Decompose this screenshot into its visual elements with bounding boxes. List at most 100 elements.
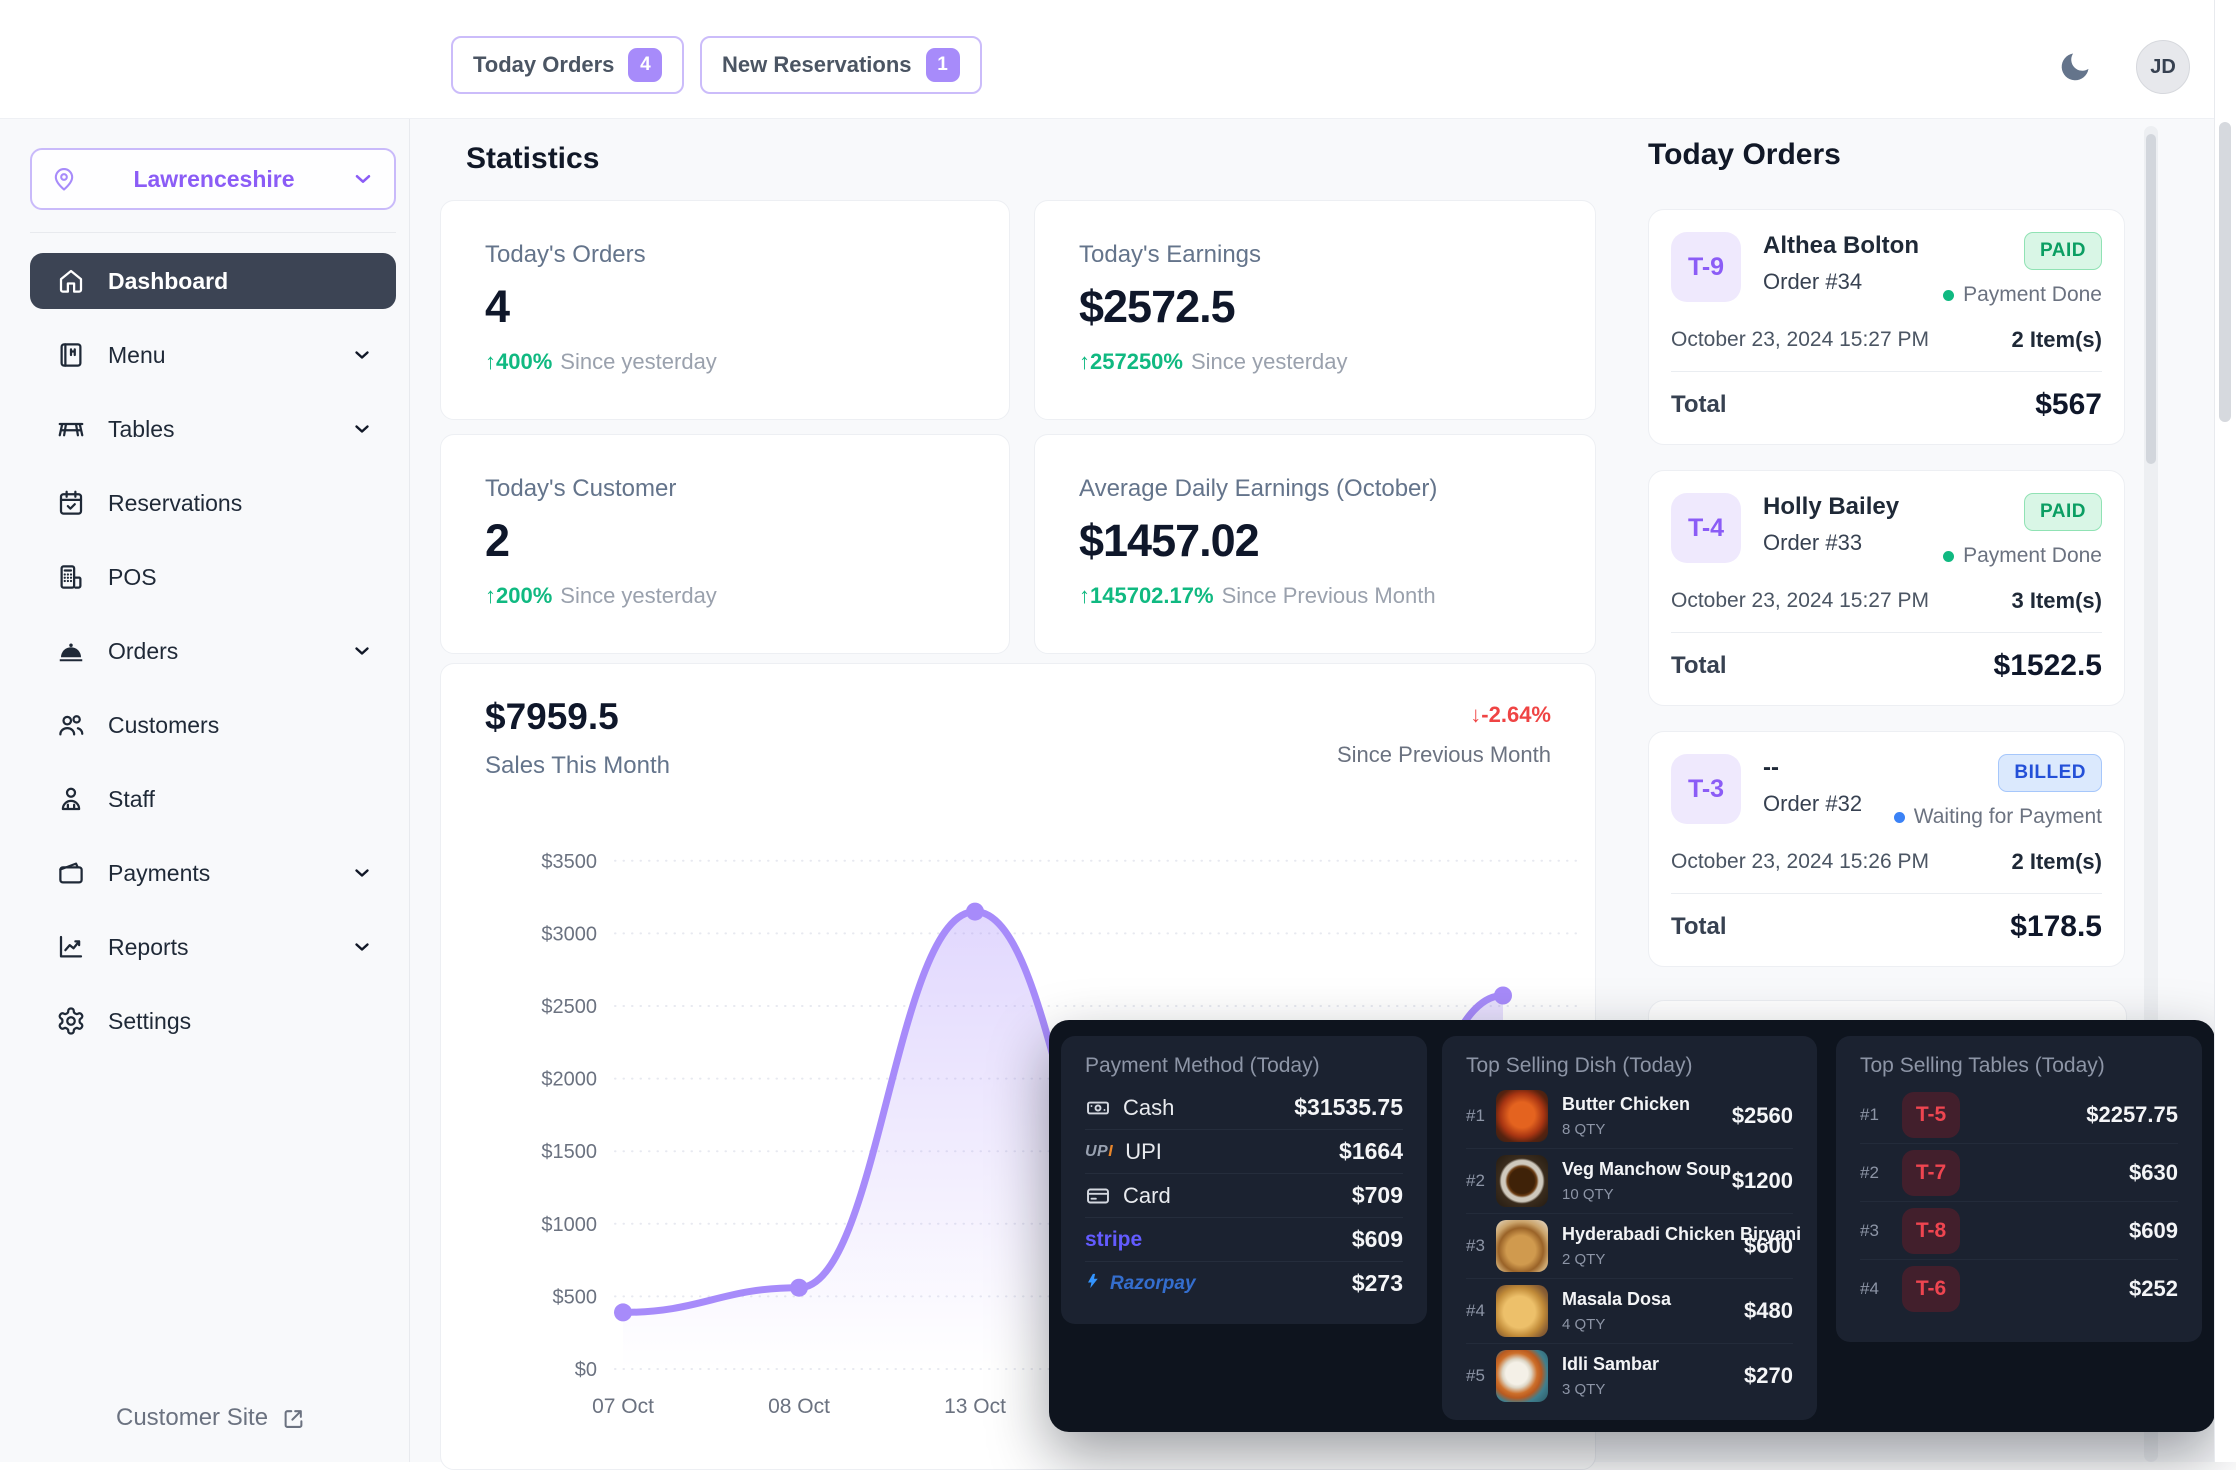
order-meta: October 23, 2024 15:27 PM2 Item(s) — [1671, 327, 2102, 353]
dish-amount: $270 — [1744, 1363, 1793, 1389]
table-badge: T-7 — [1902, 1150, 1960, 1196]
order-date: October 23, 2024 15:27 PM — [1671, 589, 1929, 613]
order-card[interactable]: T-4Holly BaileyOrder #33PAIDPayment Done… — [1648, 470, 2125, 706]
top-tables-title: Top Selling Tables (Today) — [1860, 1054, 2178, 1078]
orders-scrollbar-thumb[interactable] — [2146, 134, 2156, 464]
order-total-value: $1522.5 — [1994, 649, 2102, 683]
order-total-row: Total$178.5 — [1671, 910, 2102, 944]
table-row: #3T-8$609 — [1860, 1202, 2178, 1260]
new-reservations-button[interactable]: New Reservations 1 — [700, 36, 982, 94]
stat-delta-value: ↑400% — [485, 349, 552, 374]
today-orders-heading: Today Orders — [1648, 138, 1841, 172]
top-dishes-panel: Top Selling Dish (Today) #1Butter Chicke… — [1442, 1036, 1817, 1420]
stat-delta-suffix: Since Previous Month — [1222, 583, 1436, 608]
razorpay-bolt-icon — [1085, 1271, 1103, 1297]
order-card[interactable]: T-9Althea BoltonOrder #34PAIDPayment Don… — [1648, 209, 2125, 445]
users-icon — [56, 710, 86, 740]
sidebar-item-staff[interactable]: Staff — [30, 771, 396, 827]
dish-info: Veg Manchow Soup10 QTY — [1562, 1159, 1724, 1203]
home-icon — [56, 266, 86, 296]
status-badge: PAID — [2024, 493, 2102, 531]
sidebar-item-payments[interactable]: Payments — [30, 845, 396, 901]
sidebar-item-label: Customers — [108, 712, 219, 739]
stat-card: Today's Earnings$2572.5↑257250%Since yes… — [1034, 200, 1596, 420]
sidebar-item-label: Reservations — [108, 490, 242, 517]
sidebar-item-pos[interactable]: POS — [30, 549, 396, 605]
customer-site-link[interactable]: Customer Site — [116, 1404, 307, 1432]
location-pin-icon — [50, 165, 78, 193]
today-orders-button[interactable]: Today Orders 4 — [451, 36, 684, 94]
sidebar-item-reports[interactable]: Reports — [30, 919, 396, 975]
razorpay-logo: Razorpay — [1085, 1271, 1196, 1297]
order-card[interactable]: T-3--Order #32BILLEDWaiting for Payment O… — [1648, 731, 2125, 967]
customer-site-label: Customer Site — [116, 1404, 268, 1432]
payment-method-label: Card — [1123, 1183, 1171, 1209]
payment-method-title: Payment Method (Today) — [1085, 1054, 1403, 1078]
payment-method-name: Razorpay — [1085, 1271, 1196, 1297]
dish-name: Veg Manchow Soup — [1562, 1159, 1724, 1180]
user-icon — [56, 784, 86, 814]
dish-name: Hyderabadi Chicken Biryani — [1562, 1224, 1736, 1245]
page-scrollbar-thumb[interactable] — [2219, 122, 2231, 422]
sidebar-item-label: Orders — [108, 638, 178, 665]
table-row: #1T-5$2257.75 — [1860, 1086, 2178, 1144]
chevron-down-icon — [350, 166, 376, 192]
dish-info: Hyderabadi Chicken Biryani 2 QTY — [1562, 1224, 1736, 1268]
order-date: October 23, 2024 15:26 PM — [1671, 850, 1929, 874]
status-note-text: Waiting for Payment — [1914, 805, 2102, 829]
location-selector[interactable]: Lawrenceshire — [30, 148, 396, 210]
stats-grid: Today's Orders4↑400%Since yesterdayToday… — [440, 200, 1596, 654]
sidebar-item-dashboard[interactable]: Dashboard — [30, 253, 396, 309]
order-card-top: T-3--Order #32BILLEDWaiting for Payment — [1671, 754, 2102, 829]
chart-point[interactable] — [966, 903, 984, 921]
stat-card-delta: ↑145702.17%Since Previous Month — [1079, 583, 1551, 609]
sidebar-item-orders[interactable]: Orders — [30, 623, 396, 679]
status-note-text: Payment Done — [1963, 283, 2102, 307]
gear-icon — [56, 1006, 86, 1036]
dish-info: Butter Chicken8 QTY — [1562, 1094, 1724, 1138]
order-meta: October 23, 2024 15:26 PM2 Item(s) — [1671, 849, 2102, 875]
sidebar-item-menu[interactable]: Menu — [30, 327, 396, 383]
customer-name: -- — [1763, 754, 1862, 782]
chevron-down-icon — [350, 417, 374, 441]
stat-card-value: $2572.5 — [1079, 281, 1551, 333]
sidebar-item-label: Settings — [108, 1008, 191, 1035]
status-note-text: Payment Done — [1963, 544, 2102, 568]
dish-amount: $480 — [1744, 1298, 1793, 1324]
stat-delta-value: ↑257250% — [1079, 349, 1183, 374]
page-scrollbar[interactable] — [2214, 0, 2236, 1462]
sidebar-item-label: POS — [108, 564, 157, 591]
payment-method-rows: Cash$31535.75UPIUPI$1664Card$709stripe$6… — [1085, 1086, 1403, 1305]
order-divider — [1671, 632, 2102, 633]
external-link-icon — [280, 1405, 307, 1432]
sidebar-item-customers[interactable]: Customers — [30, 697, 396, 753]
order-status: PAID Payment Done — [1943, 493, 2102, 568]
payment-method-amount: $273 — [1352, 1270, 1403, 1297]
avatar[interactable]: JD — [2136, 40, 2190, 94]
dish-qty: 8 QTY — [1562, 1121, 1724, 1138]
sidebar-item-label: Menu — [108, 342, 166, 369]
dish-qty: 2 QTY — [1562, 1251, 1736, 1268]
sidebar-nav: Dashboard Menu Tables Reservations POS Orders… — [30, 253, 397, 1049]
table-rank: #4 — [1860, 1279, 1890, 1299]
new-reservations-button-label: New Reservations — [722, 52, 912, 78]
dish-name: Masala Dosa — [1562, 1289, 1736, 1310]
chart-point[interactable] — [790, 1279, 808, 1297]
food-image — [1496, 1350, 1548, 1402]
sidebar-item-label: Tables — [108, 416, 174, 443]
payment-method-name: Card — [1085, 1183, 1171, 1209]
sidebar-item-tables[interactable]: Tables — [30, 401, 396, 457]
sidebar-item-reservations[interactable]: Reservations — [30, 475, 396, 531]
order-info: Althea BoltonOrder #34 — [1763, 232, 1919, 295]
food-image — [1496, 1220, 1548, 1272]
chart-point[interactable] — [1494, 987, 1512, 1005]
moon-icon[interactable] — [2056, 48, 2094, 86]
stripe-logo: stripe — [1085, 1228, 1142, 1252]
svg-text:$3000: $3000 — [541, 923, 597, 945]
payment-method-name: stripe — [1085, 1228, 1142, 1252]
stat-card-delta: ↑200%Since yesterday — [485, 583, 965, 609]
order-total-label: Total — [1671, 391, 1727, 419]
chart-point[interactable] — [614, 1303, 632, 1321]
order-status: PAIDPayment Done — [1943, 232, 2102, 307]
sidebar-item-settings[interactable]: Settings — [30, 993, 396, 1049]
